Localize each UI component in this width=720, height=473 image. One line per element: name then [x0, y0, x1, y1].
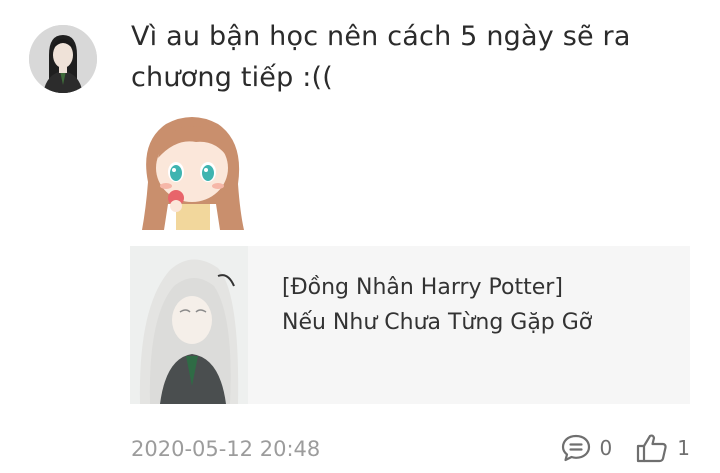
comment-post: Vì au bận học nên cách 5 ngày sẽ ra chươ… [0, 0, 720, 473]
book-title-line-1: [Đồng Nhân Harry Potter] [282, 275, 563, 300]
timestamp: 2020-05-12 20:48 [131, 437, 321, 461]
comment-line-2: chương tiếp :(( [131, 62, 334, 93]
book-title-line-2: Nếu Như Chưa Từng Gặp Gỡ [282, 310, 593, 335]
sticker-image [136, 112, 248, 234]
comment-text: Vì au bận học nên cách 5 ngày sẽ ra chươ… [131, 16, 691, 98]
user-avatar-image [29, 25, 97, 93]
comment-actions: 0 1 [561, 433, 690, 463]
book-title[interactable]: [Đồng Nhân Harry Potter] Nếu Như Chưa Từ… [248, 246, 592, 404]
avatar[interactable] [29, 25, 97, 93]
book-cover-image [130, 246, 248, 404]
comment-bubble-icon [561, 434, 590, 462]
reply-count: 0 [599, 436, 613, 460]
book-card[interactable]: [Đồng Nhân Harry Potter] Nếu Như Chưa Từ… [130, 246, 690, 404]
thumbs-up-icon [637, 434, 667, 463]
reply-button[interactable]: 0 [561, 434, 613, 462]
like-button[interactable]: 1 [636, 433, 690, 463]
like-count: 1 [677, 436, 690, 460]
comment-line-1: Vì au bận học nên cách 5 ngày sẽ ra [131, 21, 631, 52]
